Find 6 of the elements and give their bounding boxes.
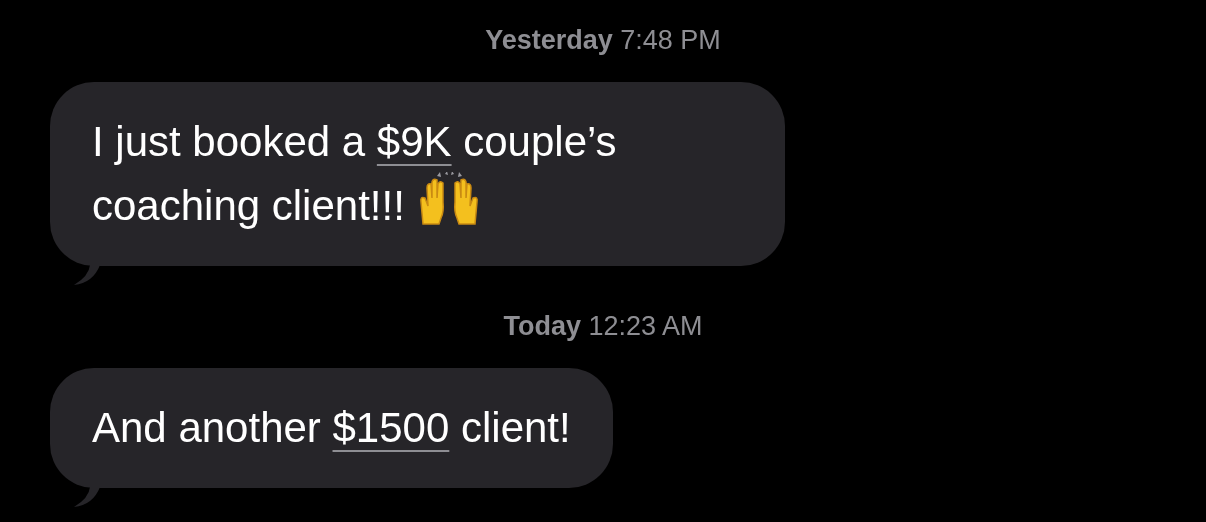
- message-text: I just booked a $9K couple’s coaching client!!!: [92, 117, 618, 231]
- message-timestamp: Today 12:23 AM: [502, 310, 704, 343]
- message-text: And another $1500 client!: [92, 403, 571, 453]
- amount-link[interactable]: $1500: [332, 404, 450, 451]
- amount-link[interactable]: $9K: [376, 118, 452, 165]
- message-timestamp: Yesterday 7:48 PM: [484, 24, 722, 57]
